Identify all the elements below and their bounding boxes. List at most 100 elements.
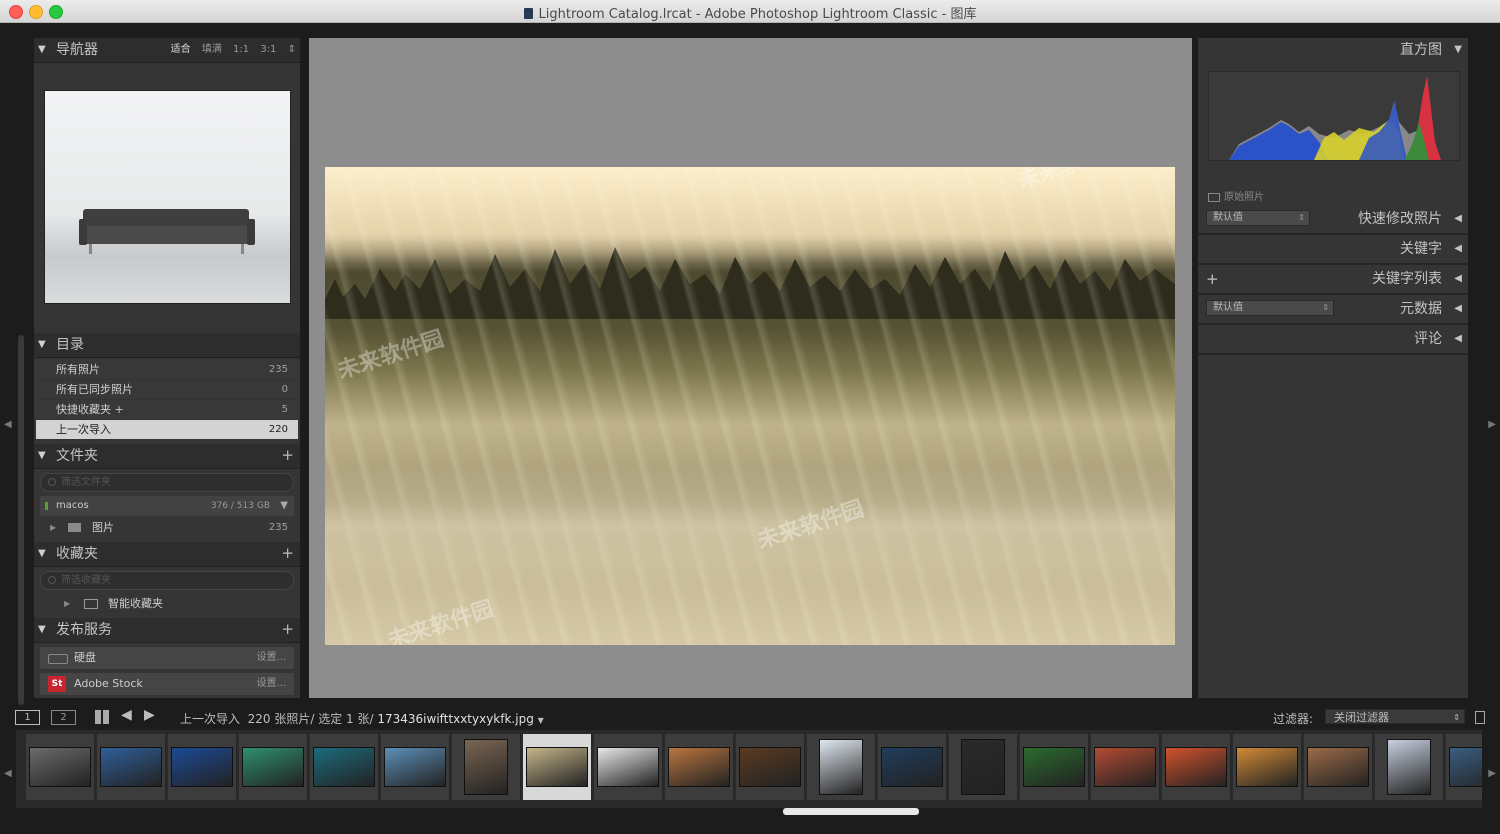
filmstrip-thumbnail[interactable] bbox=[313, 747, 375, 787]
expand-triangle-icon[interactable]: ◀ bbox=[1454, 265, 1462, 293]
collapse-triangle-icon[interactable]: ▼ bbox=[1454, 38, 1462, 62]
quick-develop-header[interactable]: 默认值 ⇕ 快速修改照片 ◀ bbox=[1198, 205, 1468, 235]
filmstrip-thumbnail[interactable] bbox=[171, 747, 233, 787]
filmstrip-thumbnail[interactable] bbox=[100, 747, 162, 787]
filmstrip-cell[interactable] bbox=[97, 734, 166, 800]
filmstrip-cell[interactable] bbox=[1375, 734, 1444, 800]
keyword-list-header[interactable]: + 关键字列表 ◀ bbox=[1198, 265, 1468, 295]
filmstrip-cell[interactable] bbox=[26, 734, 95, 800]
filmstrip-thumbnail[interactable] bbox=[1307, 747, 1369, 787]
filmstrip-thumbnail[interactable] bbox=[1449, 747, 1482, 787]
filmstrip-thumbnail[interactable] bbox=[1236, 747, 1298, 787]
left-panel-scrollbar[interactable] bbox=[18, 335, 24, 705]
grid-view-icon[interactable] bbox=[95, 710, 109, 724]
source-info[interactable]: 上一次导入 220 张照片/ 选定 1 张/ 173436iwifttxxtyx… bbox=[180, 710, 544, 727]
filmstrip-cell[interactable] bbox=[452, 734, 521, 800]
filmstrip-thumbnail[interactable] bbox=[242, 747, 304, 787]
filmstrip-cell[interactable] bbox=[949, 734, 1018, 800]
filmstrip-cell[interactable] bbox=[1162, 734, 1231, 800]
catalog-item-all-photos[interactable]: 所有照片 235 bbox=[34, 360, 300, 380]
publish-adobe-stock[interactable]: St Adobe Stock 设置... bbox=[40, 673, 294, 695]
left-panel-toggle-icon[interactable]: ◀ bbox=[4, 419, 12, 430]
folders-header[interactable]: ▼ 文件夹 + bbox=[34, 444, 300, 469]
catalog-item-synced[interactable]: 所有已同步照片 0 bbox=[34, 380, 300, 400]
metadata-preset[interactable]: 默认值 ⇕ bbox=[1206, 300, 1334, 316]
back-arrow-icon[interactable]: ◀ bbox=[121, 707, 132, 723]
navigator-preview[interactable] bbox=[44, 90, 291, 304]
filmstrip-thumbnail[interactable] bbox=[1165, 747, 1227, 787]
filmstrip-cell[interactable] bbox=[239, 734, 308, 800]
filmstrip-thumbnail[interactable] bbox=[881, 747, 943, 787]
secondary-display-button[interactable]: 2 bbox=[51, 710, 76, 725]
add-folder-button[interactable]: + bbox=[281, 443, 294, 467]
filmstrip-cell[interactable] bbox=[665, 734, 734, 800]
catalog-header[interactable]: ▼ 目录 bbox=[34, 333, 300, 358]
primary-display-button[interactable]: 1 bbox=[15, 710, 40, 725]
filmstrip-thumbnail[interactable] bbox=[464, 739, 508, 795]
checkbox-icon[interactable] bbox=[1208, 192, 1220, 202]
disclosure-triangle-icon[interactable]: ▶ bbox=[50, 518, 56, 538]
zoom-fill[interactable]: 填满 bbox=[202, 44, 222, 55]
filmstrip-cell[interactable] bbox=[807, 734, 876, 800]
filmstrip-cell[interactable] bbox=[310, 734, 379, 800]
zoom-1-1[interactable]: 1:1 bbox=[233, 44, 249, 55]
collapse-triangle-icon[interactable]: ▼ bbox=[38, 542, 46, 566]
forward-arrow-icon[interactable]: ▶ bbox=[144, 707, 155, 723]
filmstrip-thumbnail[interactable] bbox=[1094, 747, 1156, 787]
folder-search-input[interactable]: 筛选文件夹 bbox=[40, 473, 294, 492]
add-publish-button[interactable]: + bbox=[281, 617, 294, 641]
expand-triangle-icon[interactable]: ◀ bbox=[1454, 295, 1462, 323]
filmstrip-thumbnail[interactable] bbox=[384, 747, 446, 787]
catalog-item-previous-import[interactable]: 上一次导入 220 bbox=[36, 420, 298, 440]
filmstrip-scrollbar[interactable] bbox=[783, 808, 919, 815]
filmstrip-cell[interactable] bbox=[1091, 734, 1160, 800]
publish-hard-drive[interactable]: 硬盘 设置... bbox=[40, 647, 294, 669]
right-panel-toggle-icon[interactable]: ▶ bbox=[1488, 419, 1496, 430]
filmstrip-cell[interactable] bbox=[878, 734, 947, 800]
original-photo-toggle[interactable]: 原始照片 bbox=[1208, 188, 1264, 203]
filmstrip-cell[interactable] bbox=[523, 734, 592, 800]
disclosure-triangle-icon[interactable]: ▶ bbox=[64, 594, 70, 614]
filmstrip-cell[interactable] bbox=[168, 734, 237, 800]
filmstrip-thumbnail[interactable] bbox=[1023, 747, 1085, 787]
collapse-triangle-icon[interactable]: ▼ bbox=[38, 333, 46, 357]
zoom-stepper-icon[interactable]: ⇕ bbox=[288, 44, 296, 55]
filmstrip-thumbnail[interactable] bbox=[526, 747, 588, 787]
filmstrip-cell[interactable] bbox=[1020, 734, 1089, 800]
filmstrip-thumbnail[interactable] bbox=[1387, 739, 1431, 795]
histogram-header[interactable]: 直方图 ▼ bbox=[1198, 38, 1468, 62]
zoom-fit[interactable]: 适合 bbox=[171, 44, 191, 55]
filter-lock-icon[interactable] bbox=[1475, 711, 1485, 724]
filmstrip-cell[interactable] bbox=[594, 734, 663, 800]
navigator-header[interactable]: ▼ 导航器 适合 填满 1:1 3:1 ⇕ bbox=[34, 38, 300, 63]
expand-triangle-icon[interactable]: ◀ bbox=[1454, 235, 1462, 263]
folder-item-pictures[interactable]: ▶ 图片 235 bbox=[34, 518, 300, 538]
filmstrip-thumbnail[interactable] bbox=[597, 747, 659, 787]
add-collection-button[interactable]: + bbox=[281, 541, 294, 565]
volume-menu-icon[interactable]: ▼ bbox=[280, 496, 288, 516]
collapse-triangle-icon[interactable]: ▼ bbox=[38, 444, 46, 468]
expand-triangle-icon[interactable]: ◀ bbox=[1454, 325, 1462, 353]
catalog-item-quick-collection[interactable]: 快捷收藏夹 + 5 bbox=[34, 400, 300, 420]
filmstrip-cell[interactable] bbox=[736, 734, 805, 800]
filmstrip-left-arrow-icon[interactable]: ◀ bbox=[4, 768, 12, 779]
filter-select[interactable]: 关闭过滤器 ⇕ bbox=[1325, 709, 1465, 724]
expand-triangle-icon[interactable]: ◀ bbox=[1454, 205, 1462, 233]
source-menu-icon[interactable]: ▼ bbox=[538, 716, 544, 725]
publish-setup-button[interactable]: 设置... bbox=[256, 673, 286, 695]
filmstrip-thumbnail[interactable] bbox=[961, 739, 1005, 795]
filmstrip-cell[interactable] bbox=[1233, 734, 1302, 800]
publish-setup-button[interactable]: 设置... bbox=[256, 647, 286, 669]
zoom-3-1[interactable]: 3:1 bbox=[260, 44, 276, 55]
filmstrip-cell[interactable] bbox=[1304, 734, 1373, 800]
collection-item-smart[interactable]: ▶ 智能收藏夹 bbox=[34, 594, 300, 614]
filmstrip-right-arrow-icon[interactable]: ▶ bbox=[1488, 768, 1496, 779]
quick-develop-preset[interactable]: 默认值 ⇕ bbox=[1206, 210, 1310, 226]
collapse-triangle-icon[interactable]: ▼ bbox=[38, 38, 46, 62]
metadata-header[interactable]: 默认值 ⇕ 元数据 ◀ bbox=[1198, 295, 1468, 325]
add-keyword-button[interactable]: + bbox=[1206, 265, 1219, 293]
filmstrip-thumbnail[interactable] bbox=[668, 747, 730, 787]
filmstrip-thumbnail[interactable] bbox=[29, 747, 91, 787]
collapse-triangle-icon[interactable]: ▼ bbox=[38, 618, 46, 642]
collections-header[interactable]: ▼ 收藏夹 + bbox=[34, 542, 300, 567]
